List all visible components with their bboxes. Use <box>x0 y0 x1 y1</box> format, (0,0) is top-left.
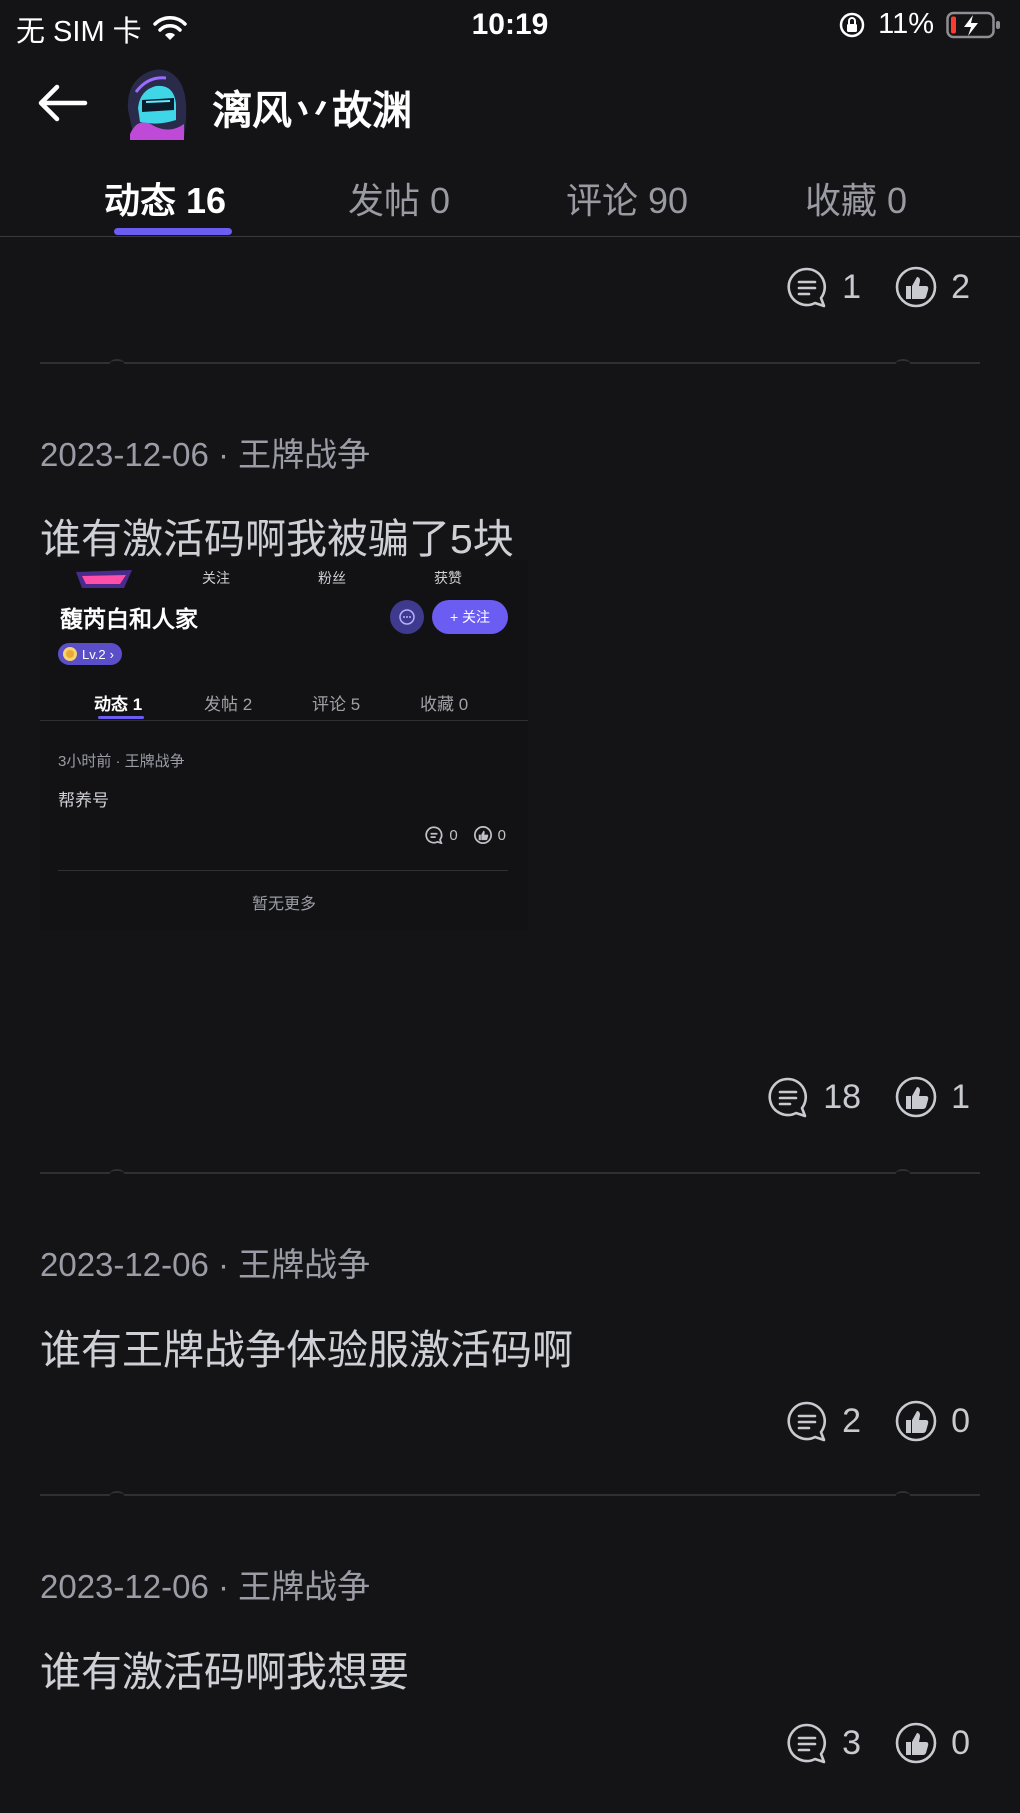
embed-tab-indicator <box>98 716 144 719</box>
embed-post-meta: 3小时前 · 王牌战争 <box>58 753 185 770</box>
like-count: 1 <box>951 1077 970 1116</box>
post-meta: 2023-12-06 · 王牌战争 <box>40 1568 371 1605</box>
embed-post-actions: 0 0 <box>425 826 506 844</box>
thumbs-up-icon <box>473 826 492 844</box>
embed-tab-posts: 发帖 2 <box>204 695 253 714</box>
embed-follow-button: + 关注 <box>432 600 508 634</box>
orientation-lock-icon <box>839 12 865 37</box>
post-actions: 18 1 <box>767 1076 970 1118</box>
thumbs-up-icon <box>895 1400 937 1442</box>
embed-tab-dynamics: 动态 1 <box>94 695 143 714</box>
comment-button[interactable]: 1 <box>786 266 861 308</box>
active-tab-indicator <box>114 228 232 235</box>
game-logo-icon <box>76 570 132 588</box>
thumbs-up-icon <box>895 1076 937 1118</box>
tab-posts[interactable]: 发帖 0 <box>348 172 450 224</box>
embed-like: 0 <box>473 826 506 844</box>
embed-level-text: Lv.2 <box>82 646 106 662</box>
embed-username: 馥芮白和人家 <box>60 606 198 632</box>
comment-icon <box>425 826 443 844</box>
tab-favorites[interactable]: 收藏 0 <box>805 172 907 224</box>
level-medal-icon <box>63 647 77 661</box>
comment-icon <box>768 1077 808 1118</box>
comment-count: 18 <box>823 1077 862 1116</box>
post-meta: 2023-12-06 · 王牌战争 <box>40 1246 371 1283</box>
embed-stat-followers: 粉丝 <box>318 570 346 586</box>
post-actions: 3 0 <box>786 1722 970 1764</box>
embed-comment: 0 <box>425 826 458 844</box>
battery-charging-icon <box>946 11 1000 38</box>
comment-icon <box>787 1723 827 1764</box>
arrow-left-icon <box>38 84 88 122</box>
back-button[interactable] <box>34 78 90 128</box>
post-meta: 2023-12-06 · 王牌战争 <box>40 436 371 473</box>
embed-comment-count: 0 <box>449 826 458 844</box>
embed-stat-likes: 获赞 <box>434 570 462 586</box>
avatar-image <box>127 69 187 140</box>
embed-message-button <box>390 600 424 634</box>
chevron-right-icon: › <box>109 646 114 662</box>
status-bar: 无 SIM 卡 10:19 11% <box>0 0 1020 52</box>
post-actions: 1 2 <box>786 266 970 308</box>
thumbs-up-icon <box>895 1722 937 1764</box>
embed-like-count: 0 <box>497 826 506 844</box>
like-count: 2 <box>951 267 970 306</box>
post-actions: 2 0 <box>786 1400 970 1442</box>
divider <box>40 1491 980 1499</box>
embed-divider-2 <box>58 870 508 871</box>
tab-comments[interactable]: 评论 90 <box>566 172 688 224</box>
like-button[interactable]: 0 <box>895 1400 970 1442</box>
embed-level-badge: Lv.2 › <box>58 643 122 665</box>
post-text[interactable]: 谁有激活码啊我想要 <box>40 1638 409 1698</box>
profile-header: 漓风丷故渊 <box>0 58 1020 150</box>
like-count: 0 <box>951 1401 970 1440</box>
avatar[interactable] <box>118 64 196 142</box>
embedded-screenshot[interactable]: 关注 粉丝 获赞 馥芮白和人家 + 关注 Lv.2 › 动态 1 发帖 2 评论… <box>40 560 528 930</box>
comment-icon <box>787 267 827 308</box>
comment-count: 2 <box>842 1401 862 1440</box>
embed-tab-comments: 评论 5 <box>312 695 361 714</box>
username: 漓风丷故渊 <box>212 89 412 133</box>
like-button[interactable]: 2 <box>895 266 970 308</box>
comment-button[interactable]: 2 <box>786 1400 861 1442</box>
comment-count: 3 <box>842 1723 862 1762</box>
embed-divider <box>40 720 528 721</box>
post-text[interactable]: 谁有激活码啊我被骗了5块 <box>40 505 514 565</box>
embed-post-text: 帮养号 <box>58 791 109 810</box>
divider <box>40 1169 980 1177</box>
chat-bubble-icon <box>399 609 415 625</box>
comment-icon <box>787 1401 827 1442</box>
profile-tabs: 动态 16 发帖 0 评论 90 收藏 0 <box>0 158 1020 237</box>
comment-count: 1 <box>842 267 862 306</box>
battery-percent: 11% <box>878 8 934 40</box>
embed-tab-favorites: 收藏 0 <box>420 695 469 714</box>
post-text[interactable]: 谁有王牌战争体验服激活码啊 <box>40 1316 573 1376</box>
comment-button[interactable]: 3 <box>786 1722 861 1764</box>
embed-no-more: 暂无更多 <box>251 896 316 913</box>
thumbs-up-icon <box>895 266 937 308</box>
comment-button[interactable]: 18 <box>767 1076 861 1118</box>
tab-dynamics[interactable]: 动态 16 <box>104 172 226 224</box>
like-button[interactable]: 0 <box>895 1722 970 1764</box>
divider <box>40 359 980 367</box>
like-count: 0 <box>951 1723 970 1762</box>
like-button[interactable]: 1 <box>895 1076 970 1118</box>
status-right: 11% <box>838 8 1002 41</box>
embed-stat-following: 关注 <box>202 570 230 586</box>
